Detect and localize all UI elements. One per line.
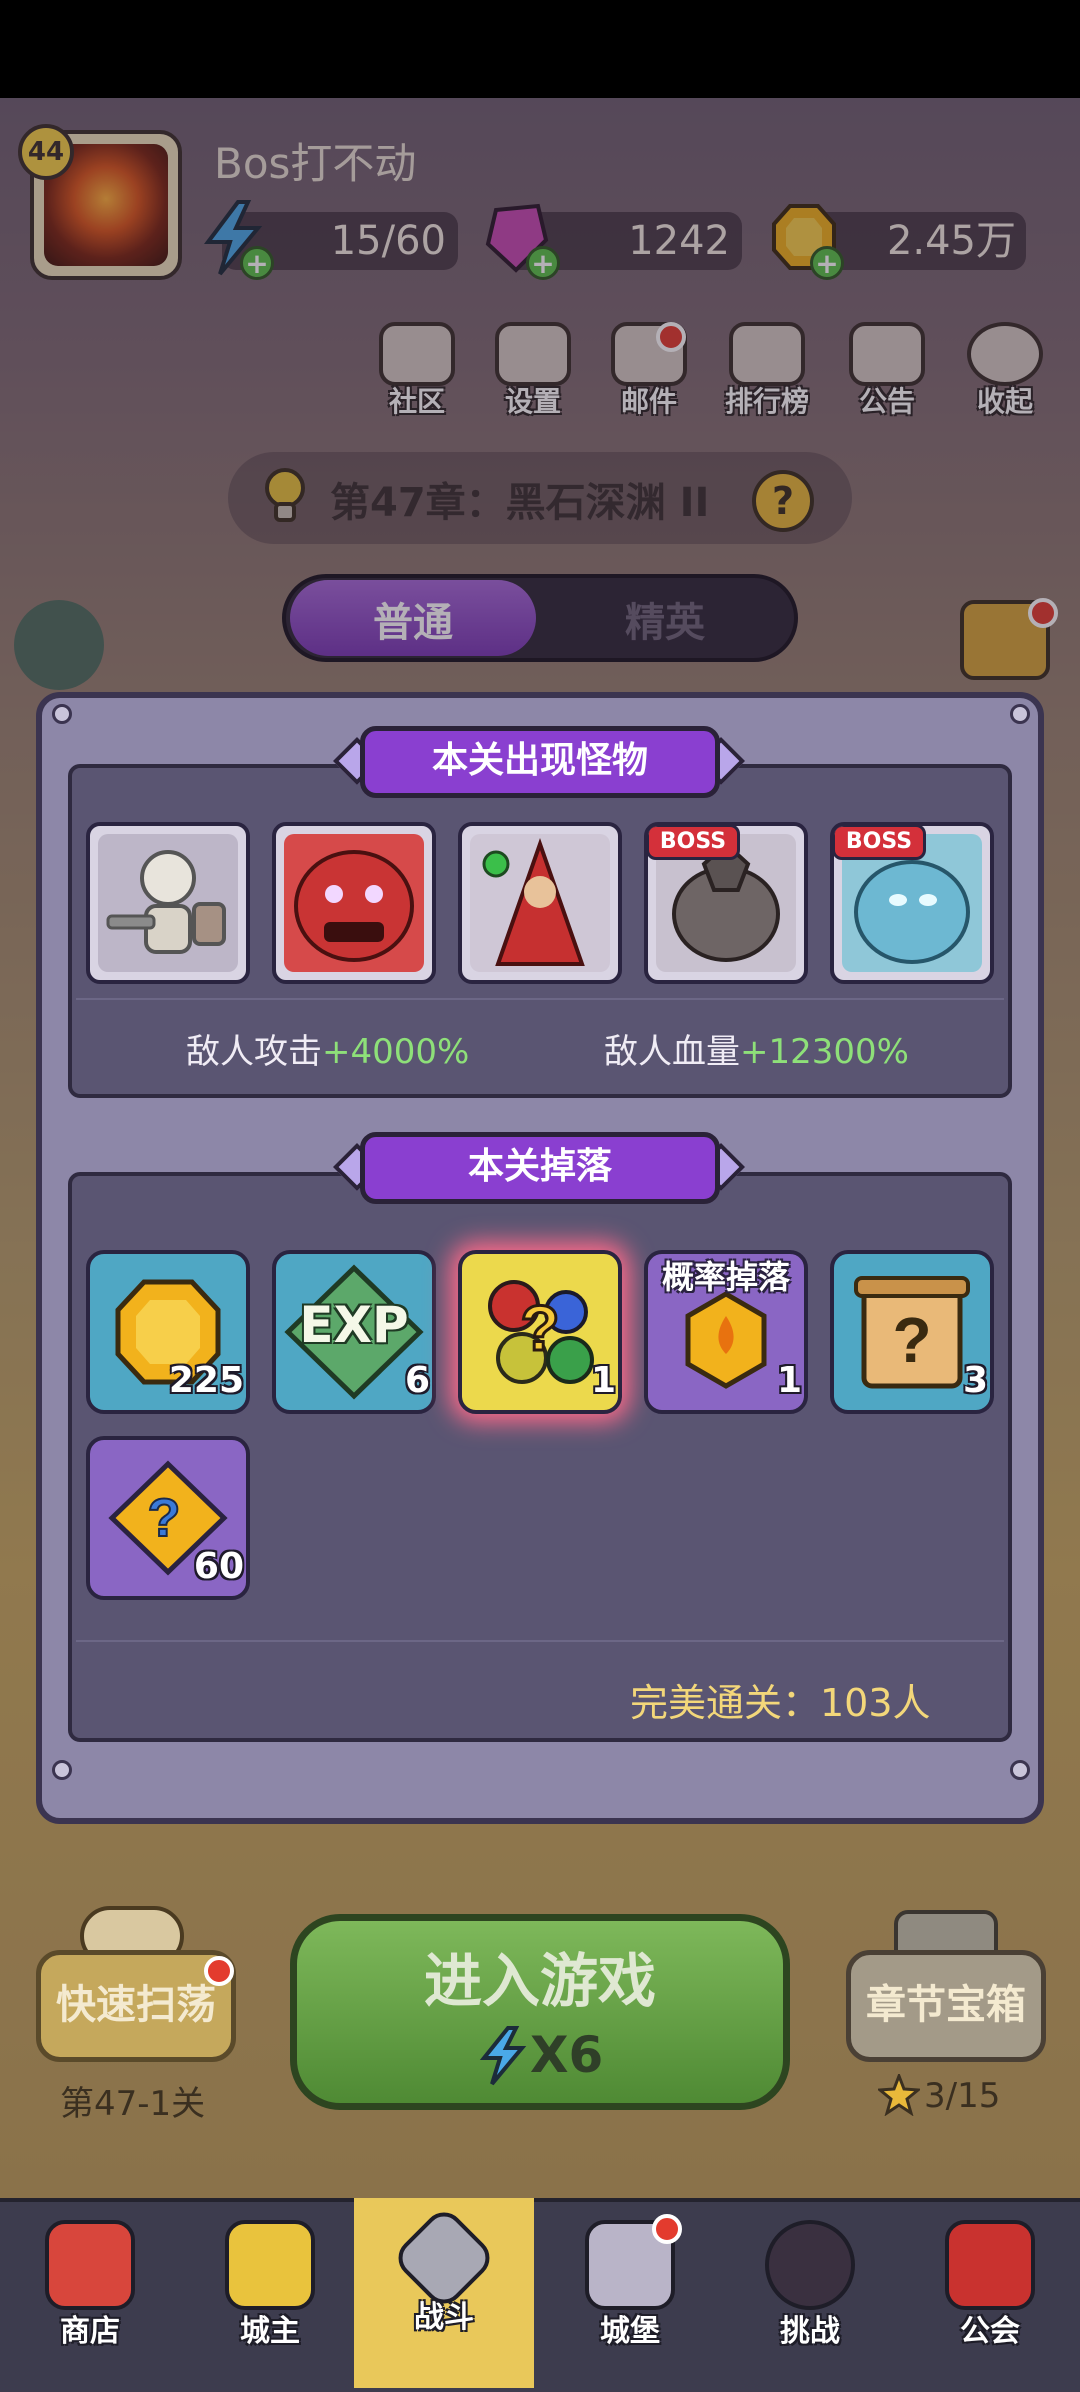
skeleton-warrior-icon [98,834,238,972]
divider [76,998,1004,1000]
nav-battle[interactable]: 战斗 [354,2198,534,2388]
nav-challenge-label: 挑战 [780,2314,840,2349]
drop-count: 1 [776,1360,802,1401]
star-icon [876,2071,922,2117]
corner-rivet [1010,1760,1030,1780]
nav-shop-label: 商店 [60,2314,120,2349]
nav-guild-label: 公会 [960,2314,1020,2349]
red-ogre-icon [284,834,424,972]
status-bar [0,0,1080,98]
corner-rivet [1010,704,1030,724]
energy-icon [478,2026,528,2086]
drop-count: 3 [962,1360,988,1401]
drop-count: 1 [590,1360,616,1401]
monster-card[interactable] [458,822,622,984]
enemy-hp-value: +12300% [740,1032,909,1072]
probability-drop-tag: 概率掉落 [661,1258,790,1296]
monster-card[interactable]: BOSS [644,822,808,984]
enter-game-label: 进入游戏 [423,1947,656,2015]
nav-challenge[interactable]: 挑战 [720,2198,900,2388]
enemy-attack-value: +4000% [322,1032,470,1072]
svg-text:?: ? [520,1292,559,1364]
enter-cost: X6 [530,2026,604,2084]
guild-icon [945,2220,1035,2310]
monster-card[interactable]: BOSS [830,822,994,984]
enemy-hp-stat: 敌人血量+12300% [604,1024,909,1073]
exp-text: EXP [299,1296,409,1354]
nav-castle[interactable]: 城堡 [540,2198,720,2388]
nav-shop[interactable]: 商店 [0,2198,180,2388]
corner-rivet [52,704,72,724]
boss-badge: BOSS [648,826,740,860]
crown-icon [225,2220,315,2310]
red-mage-icon [470,834,610,972]
divider [76,1640,1004,1642]
nav-guild[interactable]: 公会 [900,2198,1080,2388]
demon-icon [765,2220,855,2310]
drop-count: 225 [168,1360,244,1401]
enemy-attack-stat: 敌人攻击+4000% [186,1024,469,1073]
perfect-clear-count: 完美通关：103人 [630,1681,931,1725]
drop-count: 6 [404,1360,430,1401]
enemy-attack-label: 敌人攻击 [186,1032,322,1072]
nav-castle-label: 城堡 [600,2314,660,2349]
corner-rivet [52,1760,72,1780]
shop-icon [45,2220,135,2310]
boss-badge: BOSS [834,826,926,860]
nav-lord-label: 城主 [240,2314,300,2349]
monster-card[interactable] [86,822,250,984]
chest-progress: 3/15 [924,2076,1001,2116]
drop-count: 60 [193,1546,244,1587]
svg-text:?: ? [148,1488,181,1548]
monsters-title: 本关出现怪物 [360,726,720,798]
enemy-hp-label: 敌人血量 [604,1032,740,1072]
monster-card[interactable] [272,822,436,984]
nav-lord[interactable]: 城主 [180,2198,360,2388]
drops-title: 本关掉落 [360,1132,720,1204]
chapter-chest-button[interactable]: 章节宝箱 [846,1950,1046,2062]
sweep-notification-dot [204,1956,234,1986]
sweep-stage-label: 第47-1关 [60,2084,206,2124]
castle-notification-dot [652,2214,682,2244]
